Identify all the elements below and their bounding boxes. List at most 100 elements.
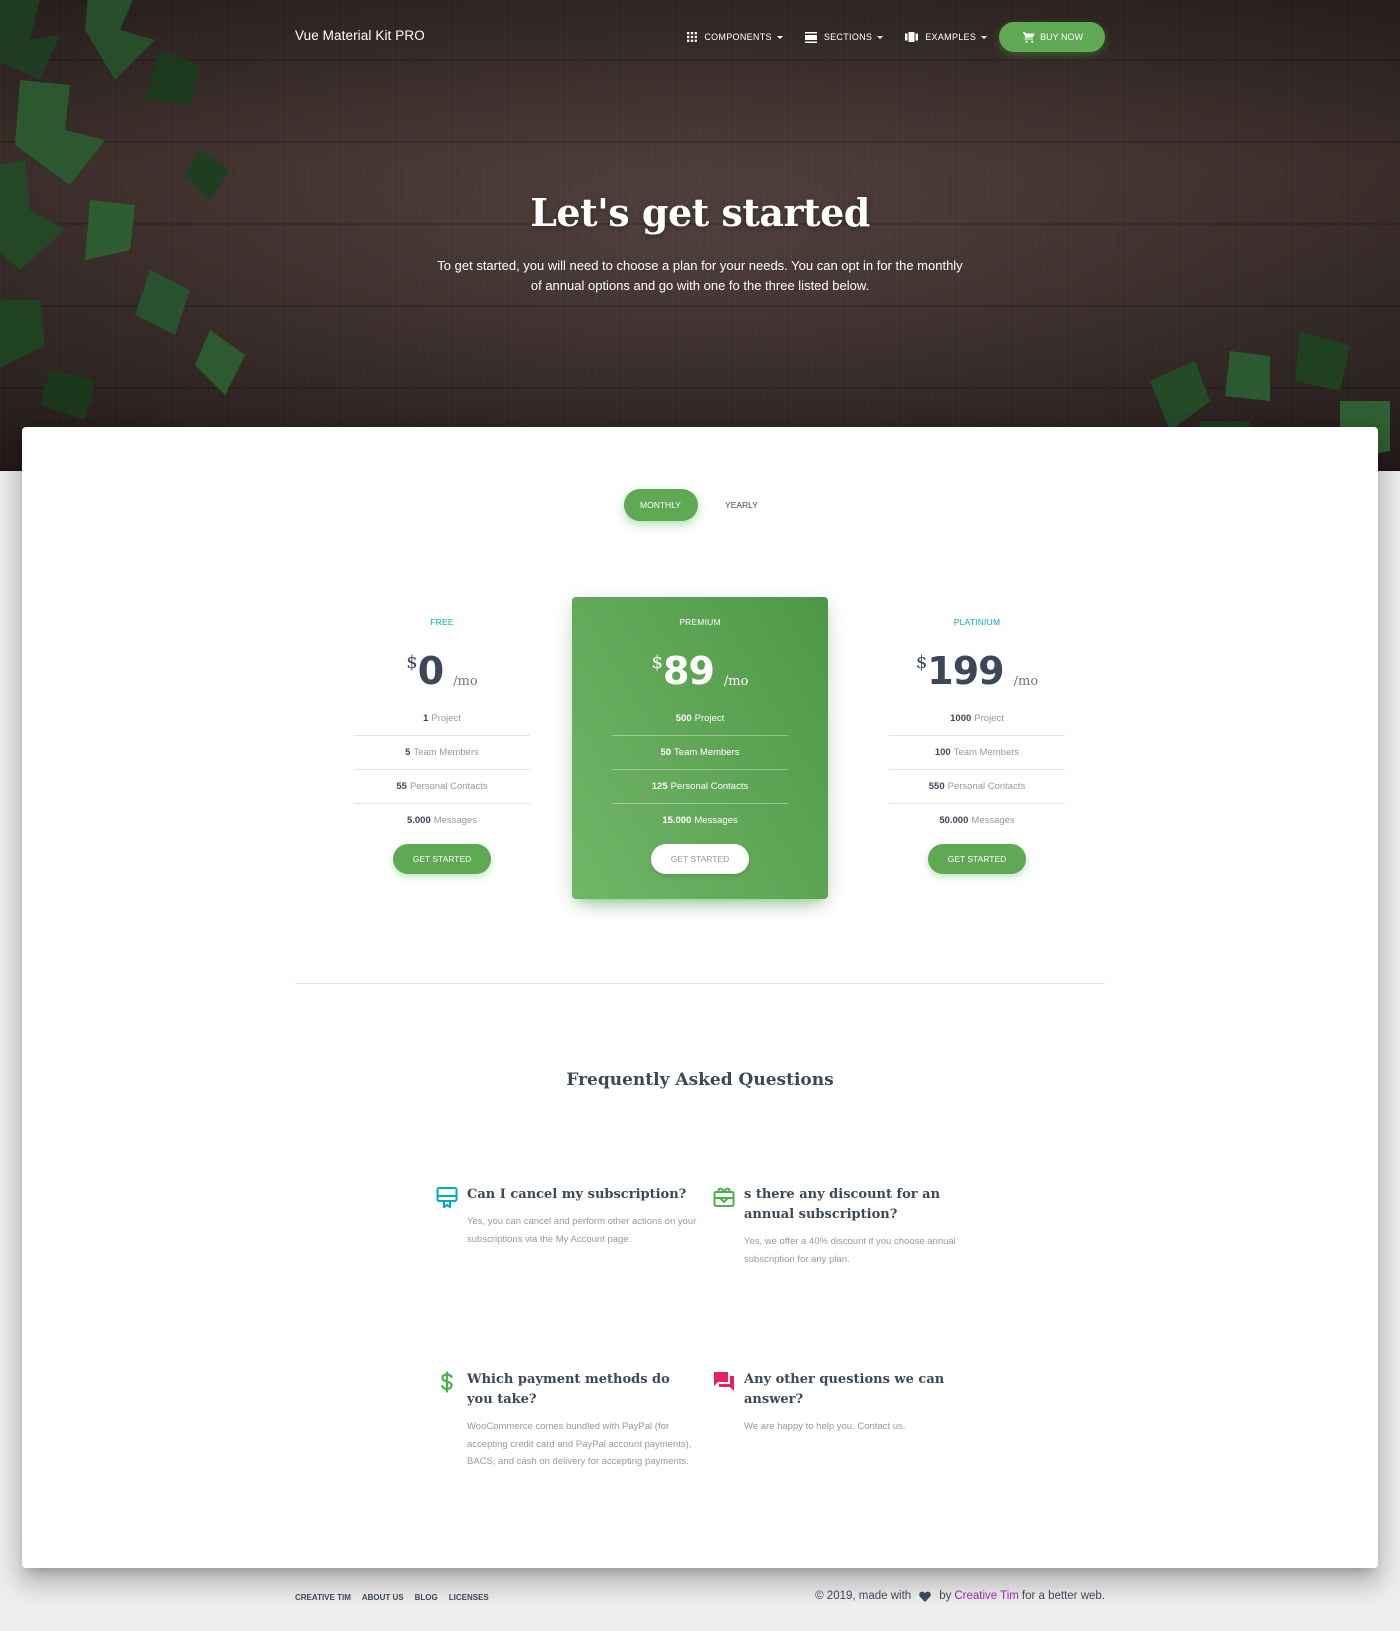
footer-link-blog[interactable]: Blog bbox=[415, 1593, 438, 1602]
nav-item-examples[interactable]: Examples bbox=[905, 22, 988, 52]
feature-label: Project bbox=[431, 713, 461, 724]
ivy-leaves-decoration bbox=[0, 0, 245, 420]
feature-label: Team Members bbox=[413, 747, 479, 758]
feature-item: 5 Team Members bbox=[354, 736, 530, 770]
plan-price: $ 89 /mo bbox=[572, 647, 828, 695]
caret-down-icon bbox=[981, 35, 988, 39]
feature-value: 50 bbox=[660, 747, 672, 758]
question-answer-icon bbox=[712, 1370, 736, 1394]
nav-item-sections[interactable]: Sections bbox=[804, 22, 884, 52]
shopping-cart-icon bbox=[1023, 31, 1035, 43]
feature-item: 1000 Project bbox=[889, 702, 1065, 736]
hero-title: Let's get started bbox=[530, 190, 870, 235]
nav-item-label: Components bbox=[704, 32, 772, 42]
feature-item: 5.000 Messages bbox=[354, 804, 530, 838]
feature-value: 1 bbox=[423, 713, 429, 724]
feature-value: 100 bbox=[934, 747, 951, 758]
feature-value: 500 bbox=[675, 713, 692, 724]
faq-question: Which payment methods do you take? bbox=[467, 1372, 670, 1407]
tab-yearly[interactable]: Yearly bbox=[702, 489, 782, 521]
feature-value: 125 bbox=[651, 781, 668, 792]
feature-item: 500 Project bbox=[612, 702, 788, 736]
price-period: /mo bbox=[1013, 674, 1039, 689]
get-started-button[interactable]: Get Started bbox=[928, 844, 1026, 874]
plan-category: Premium bbox=[679, 617, 721, 627]
pricing-plans: Free $ 0 /mo 1 Project 5 Team Members 55 Pe… bbox=[22, 597, 1378, 907]
view-carousel-icon bbox=[905, 32, 919, 42]
feature-label: Messages bbox=[694, 815, 738, 826]
section-divider bbox=[295, 983, 1105, 984]
faq-question: s there any discount for an annual subsc… bbox=[744, 1187, 941, 1222]
faq-title: Frequently Asked Questions bbox=[566, 1070, 834, 1090]
tab-monthly[interactable]: Monthly bbox=[623, 489, 698, 521]
get-started-button[interactable]: Get Started bbox=[393, 844, 491, 874]
plan-price: $ 0 /mo bbox=[314, 647, 570, 695]
faq-item: Which payment methods do you take? WooCo… bbox=[441, 1370, 697, 1471]
feature-label: Team Members bbox=[674, 747, 740, 758]
footer-link-about-us[interactable]: About Us bbox=[362, 1593, 404, 1602]
pricing-card-premium: Premium $ 89 /mo 500 Project 50 Team Membe… bbox=[572, 597, 828, 899]
copyright-suffix: for a better web. bbox=[1021, 1590, 1105, 1602]
feature-value: 50.000 bbox=[939, 815, 969, 826]
price-amount: 89 bbox=[663, 649, 715, 693]
attach-money-icon bbox=[435, 1370, 459, 1394]
feature-label: Messages bbox=[433, 815, 478, 826]
creative-tim-link[interactable]: Creative Tim bbox=[954, 1590, 1019, 1602]
feature-value: 550 bbox=[928, 781, 945, 792]
plan-category: Free bbox=[430, 617, 454, 627]
faq-item: Can I cancel my subscription? Yes, you c… bbox=[436, 1185, 697, 1248]
feature-value: 5.000 bbox=[406, 815, 431, 826]
faq-answer: We are happy to help you. Contact us. bbox=[744, 1421, 906, 1432]
pricing-card-platinium: Platinium $ 199 /mo 1000 Project 100 Team … bbox=[849, 597, 1105, 899]
price-currency: $ bbox=[406, 652, 418, 673]
faq-answer: WooCommerce comes bundled with PayPal (f… bbox=[467, 1421, 692, 1467]
heart-icon bbox=[919, 1591, 931, 1602]
plan-price: $ 199 /mo bbox=[849, 647, 1105, 695]
nav-item-label: Examples bbox=[925, 32, 977, 42]
faq-answer: Yes, you can cancel and perform other ac… bbox=[467, 1216, 697, 1245]
faq-answer: Yes, we offer a 40% discount if you choo… bbox=[744, 1236, 956, 1265]
view-day-icon bbox=[804, 31, 817, 43]
footer-link-licenses[interactable]: Licenses bbox=[449, 1593, 489, 1602]
feature-value: 15.000 bbox=[662, 815, 692, 826]
buy-now-label: Buy Now bbox=[1040, 32, 1083, 42]
nav-item-components[interactable]: Components bbox=[687, 22, 783, 52]
feature-label: Messages bbox=[971, 815, 1015, 826]
footer-links: Creative Tim About Us Blog Licenses bbox=[295, 1593, 500, 1602]
feature-item: 1 Project bbox=[354, 702, 530, 736]
feature-label: Personal Contacts bbox=[947, 781, 1026, 792]
feature-value: 5 bbox=[405, 747, 411, 758]
price-period: /mo bbox=[453, 674, 478, 689]
feature-item: 50.000 Messages bbox=[889, 804, 1065, 838]
plan-category: Platinium bbox=[953, 617, 1001, 627]
buy-now-button[interactable]: Buy Now bbox=[999, 22, 1105, 52]
pricing-card-free: Free $ 0 /mo 1 Project 5 Team Members 55 Pe… bbox=[314, 597, 570, 899]
card-giftcard-icon bbox=[712, 1185, 736, 1209]
brand-logo-text[interactable]: Vue Material Kit PRO bbox=[295, 28, 425, 43]
page-footer: Creative Tim About Us Blog Licenses © 20… bbox=[295, 1590, 1105, 1610]
feature-value: 55 bbox=[396, 781, 407, 792]
hero-subtitle: To get started, you will need to choose … bbox=[437, 258, 963, 293]
copyright-prefix: © 2019, made with bbox=[815, 1590, 912, 1602]
price-currency: $ bbox=[651, 652, 663, 673]
feature-item: 55 Personal Contacts bbox=[354, 770, 530, 804]
feature-item: 125 Personal Contacts bbox=[612, 770, 788, 804]
price-amount: 199 bbox=[927, 649, 1004, 693]
nav-item-label: Sections bbox=[823, 32, 873, 42]
price-currency: $ bbox=[915, 652, 928, 673]
hero-header: Vue Material Kit PRO Components Sections bbox=[0, 0, 1400, 471]
feature-item: 15.000 Messages bbox=[612, 804, 788, 838]
feature-label: Personal Contacts bbox=[670, 781, 749, 792]
feature-label: Project bbox=[974, 713, 1004, 724]
plan-features: 1000 Project 100 Team Members 550 Personal … bbox=[889, 702, 1065, 838]
get-started-button[interactable]: Get Started bbox=[651, 844, 749, 874]
faq-question: Any other questions we can answer? bbox=[744, 1372, 945, 1407]
feature-label: Personal Contacts bbox=[409, 781, 488, 792]
apps-icon bbox=[687, 32, 698, 42]
footer-link-creative-tim[interactable]: Creative Tim bbox=[295, 1593, 351, 1602]
price-amount: 0 bbox=[417, 649, 444, 693]
top-navbar: Vue Material Kit PRO Components Sections bbox=[295, 22, 1105, 52]
billing-toggle: Monthly Yearly bbox=[22, 489, 1378, 521]
plan-features: 1 Project 5 Team Members 55 Personal Contac… bbox=[354, 702, 530, 838]
faq-question: Can I cancel my subscription? bbox=[467, 1187, 687, 1202]
